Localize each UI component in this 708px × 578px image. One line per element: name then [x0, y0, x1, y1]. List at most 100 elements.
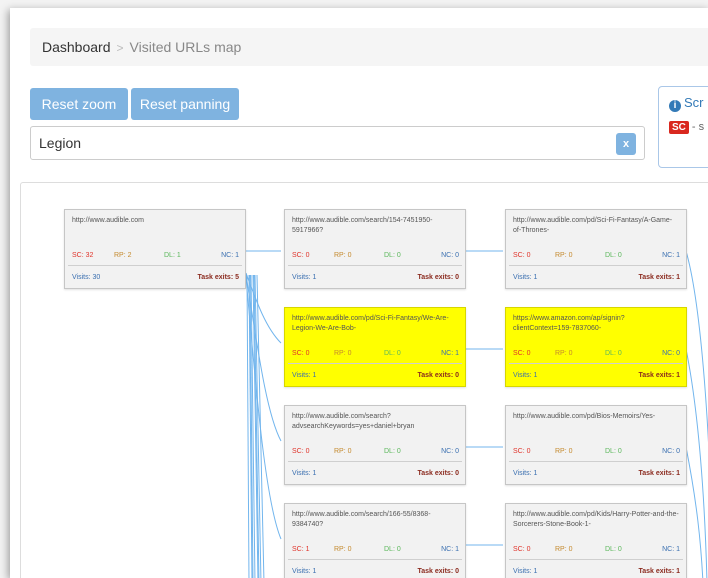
node-footer: Visits: 1 Task exits: 0 — [292, 468, 459, 480]
sc-count: SC: 0 — [513, 350, 531, 357]
task-exits-count: Task exits: 0 — [417, 372, 459, 379]
node-divider — [509, 363, 683, 364]
rp-count: RP: 0 — [555, 546, 573, 553]
node-footer: Visits: 1 Task exits: 1 — [513, 468, 680, 480]
nc-count: NC: 1 — [221, 252, 239, 259]
reset-zoom-button[interactable]: Reset zoom — [30, 88, 128, 120]
nc-count: NC: 1 — [441, 546, 459, 553]
sc-count: SC: 0 — [513, 448, 531, 455]
task-exits-count: Task exits: 0 — [417, 568, 459, 575]
node-stats: SC: 1 RP: 0 DL: 0 NC: 1 — [292, 544, 459, 556]
edge-right-3 — [685, 446, 704, 578]
url-node[interactable]: http://www.audible.com SC: 32 RP: 2 DL: … — [64, 209, 246, 289]
breadcrumb-dashboard[interactable]: Dashboard — [42, 39, 111, 55]
search-input[interactable] — [39, 127, 579, 159]
node-divider — [68, 265, 242, 266]
node-url: http://www.audible.com/pd/Sci-Fi-Fantasy… — [513, 217, 673, 234]
node-stats: SC: 0 RP: 0 DL: 0 NC: 0 — [513, 446, 680, 458]
clear-search-button[interactable]: x — [616, 133, 636, 155]
rp-count: RP: 0 — [334, 546, 352, 553]
rp-count: RP: 0 — [555, 448, 573, 455]
url-node[interactable]: http://www.audible.com/pd/Kids/Harry-Pot… — [505, 503, 687, 578]
nc-count: NC: 1 — [662, 252, 680, 259]
dl-count: DL: 0 — [384, 252, 401, 259]
node-footer: Visits: 1 Task exits: 1 — [513, 370, 680, 382]
task-exits-count: Task exits: 0 — [417, 274, 459, 281]
node-url: http://www.audible.com/pd/Kids/Harry-Pot… — [513, 511, 679, 528]
info-icon: i — [669, 100, 681, 112]
dl-count: DL: 0 — [605, 448, 622, 455]
edge-root-down-1 — [246, 274, 250, 578]
url-node[interactable]: http://www.audible.com/search?advsearchK… — [284, 405, 466, 485]
url-node-highlighted[interactable]: https://www.amazon.com/ap/signin?clientC… — [505, 307, 687, 387]
sc-count: SC: 1 — [292, 546, 310, 553]
rp-count: RP: 0 — [555, 252, 573, 259]
sc-count: SC: 0 — [292, 350, 310, 357]
node-footer: Visits: 1 Task exits: 1 — [513, 272, 680, 284]
node-footer: Visits: 1 Task exits: 0 — [292, 566, 459, 578]
url-node[interactable]: http://www.audible.com/pd/Bios-Memoirs/Y… — [505, 405, 687, 485]
node-divider — [288, 363, 462, 364]
node-url: http://www.audible.com/pd/Bios-Memoirs/Y… — [513, 413, 656, 420]
visits-count: Visits: 1 — [292, 470, 317, 477]
node-url: http://www.audible.com — [72, 217, 144, 224]
node-stats: SC: 0 RP: 0 DL: 0 NC: 1 — [292, 348, 459, 360]
sc-count: SC: 0 — [292, 252, 310, 259]
task-exits-count: Task exits: 0 — [417, 470, 459, 477]
task-exits-count: Task exits: 5 — [197, 274, 239, 281]
dl-count: DL: 1 — [164, 252, 181, 259]
url-map-canvas[interactable]: http://www.audible.com SC: 32 RP: 2 DL: … — [20, 182, 708, 578]
breadcrumb: Dashboard > Visited URLs map — [30, 28, 708, 66]
dl-count: DL: 0 — [605, 546, 622, 553]
legend-row: SC - s — [669, 121, 704, 134]
nc-count: NC: 0 — [662, 448, 680, 455]
nc-count: NC: 0 — [441, 252, 459, 259]
reset-panning-button[interactable]: Reset panning — [131, 88, 239, 120]
dl-count: DL: 0 — [384, 350, 401, 357]
nc-count: NC: 0 — [441, 448, 459, 455]
node-divider — [509, 265, 683, 266]
url-node[interactable]: http://www.audible.com/search/166-55/836… — [284, 503, 466, 578]
node-footer: Visits: 1 Task exits: 1 — [513, 566, 680, 578]
dl-count: DL: 0 — [384, 448, 401, 455]
legend-panel: i Scr SC - s — [658, 86, 708, 168]
visits-count: Visits: 1 — [292, 274, 317, 281]
url-node[interactable]: http://www.audible.com/search/154-745195… — [284, 209, 466, 289]
visits-count: Visits: 1 — [513, 568, 538, 575]
sc-count: SC: 32 — [72, 252, 94, 259]
rp-count: RP: 0 — [334, 350, 352, 357]
node-divider — [509, 559, 683, 560]
nc-count: NC: 0 — [662, 350, 680, 357]
node-url: https://www.amazon.com/ap/signin?clientC… — [513, 315, 625, 332]
rp-count: RP: 0 — [334, 252, 352, 259]
visits-count: Visits: 30 — [72, 274, 101, 281]
node-divider — [288, 265, 462, 266]
url-node[interactable]: http://www.audible.com/pd/Sci-Fi-Fantasy… — [505, 209, 687, 289]
node-stats: SC: 0 RP: 0 DL: 0 NC: 1 — [513, 250, 680, 262]
node-stats: SC: 32 RP: 2 DL: 1 NC: 1 — [72, 250, 239, 262]
visits-count: Visits: 1 — [292, 372, 317, 379]
app-window: Dashboard > Visited URLs map Reset zoom Re… — [10, 8, 708, 578]
sc-count: SC: 0 — [292, 448, 310, 455]
visits-count: Visits: 1 — [292, 568, 317, 575]
breadcrumb-current: Visited URLs map — [129, 39, 242, 55]
visits-count: Visits: 1 — [513, 372, 538, 379]
node-stats: SC: 0 RP: 0 DL: 0 NC: 0 — [292, 250, 459, 262]
url-node-highlighted[interactable]: http://www.audible.com/pd/Sci-Fi-Fantasy… — [284, 307, 466, 387]
task-exits-count: Task exits: 1 — [638, 568, 680, 575]
legend-title: i Scr — [669, 95, 704, 112]
task-exits-count: Task exits: 1 — [638, 470, 680, 477]
node-stats: SC: 0 RP: 0 DL: 0 NC: 0 — [513, 348, 680, 360]
node-url: http://www.audible.com/search/166-55/836… — [292, 511, 431, 528]
visits-count: Visits: 1 — [513, 470, 538, 477]
legend-text: - s — [691, 121, 705, 133]
dl-count: DL: 0 — [605, 350, 622, 357]
legend-title-text: Scr — [684, 95, 704, 110]
node-stats: SC: 0 RP: 0 DL: 0 NC: 0 — [292, 446, 459, 458]
breadcrumb-separator: > — [116, 41, 124, 55]
node-footer: Visits: 1 Task exits: 0 — [292, 370, 459, 382]
visits-count: Visits: 1 — [513, 274, 538, 281]
rp-count: RP: 2 — [114, 252, 132, 259]
node-footer: Visits: 30 Task exits: 5 — [72, 272, 239, 284]
dl-count: DL: 0 — [384, 546, 401, 553]
